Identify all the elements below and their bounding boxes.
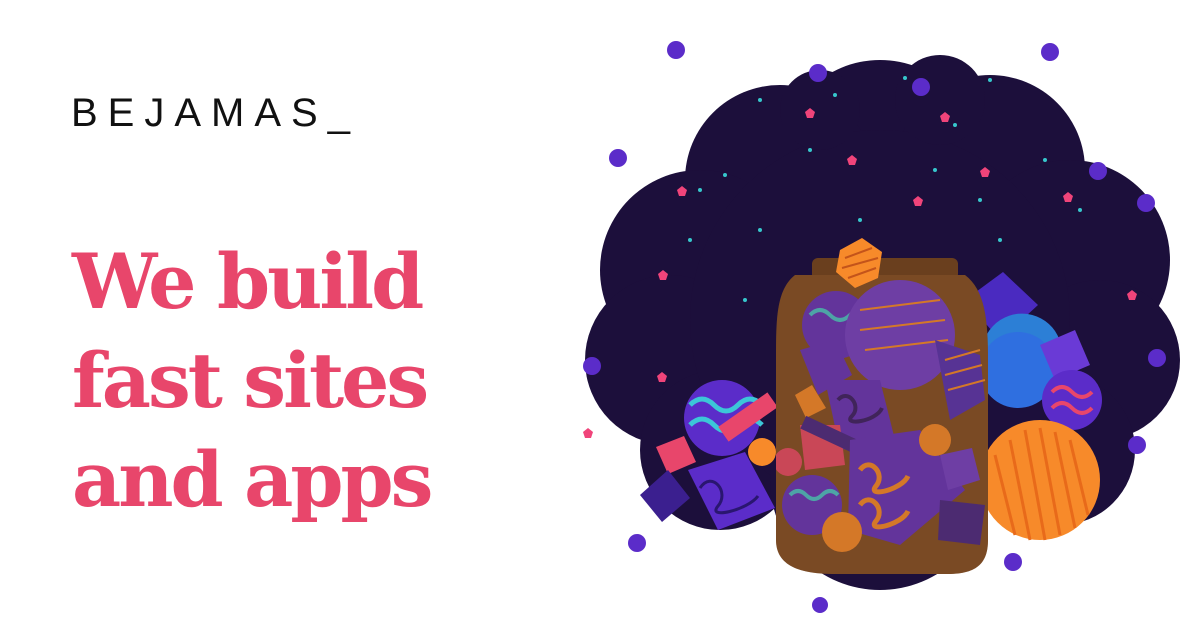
jar-illustration xyxy=(583,41,1180,613)
orange-sphere xyxy=(980,420,1100,541)
hero-banner: BEJAMAS_ We build fast sites and apps xyxy=(0,0,1200,630)
headline-line-3: and apps xyxy=(72,435,433,524)
bejamas-logo: BEJAMAS_ xyxy=(71,91,360,135)
jar-body xyxy=(776,275,988,574)
headline-line-2: fast sites xyxy=(72,336,429,425)
headline: We build fast sites and apps xyxy=(72,232,433,529)
headline-line-1: We build xyxy=(72,237,424,326)
